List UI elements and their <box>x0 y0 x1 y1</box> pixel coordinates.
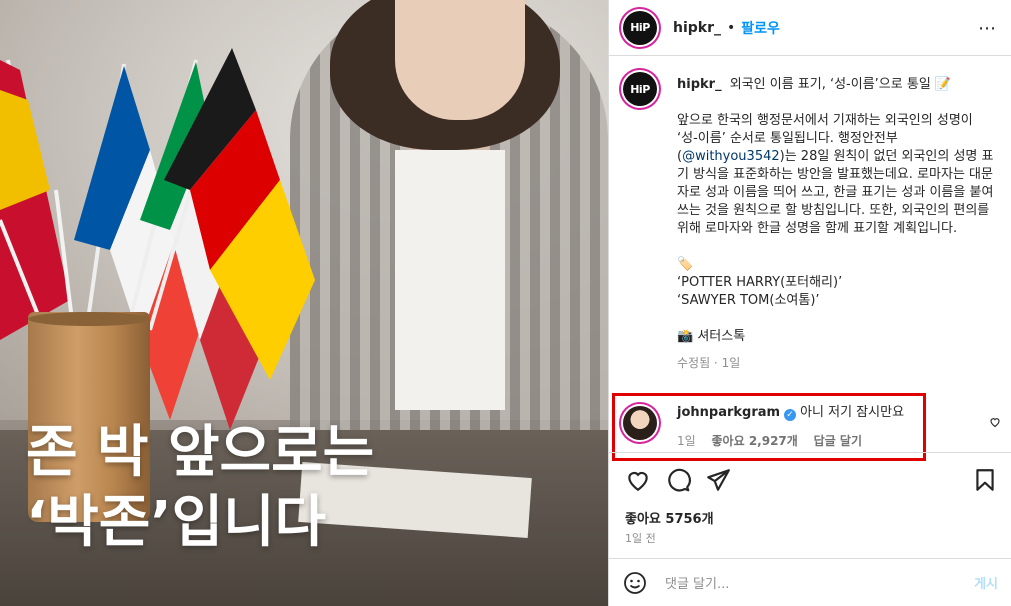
comment-bubble-icon[interactable] <box>665 467 691 493</box>
caption-paragraph: 앞으로 한국의 행정문서에서 기재하는 외국인의 성명이 ‘성-이름’ 순서로 … <box>677 112 997 238</box>
person-face <box>395 0 525 120</box>
likes-count[interactable]: 좋아요 5756개 <box>625 508 714 527</box>
overlay-line-1: 존 박 앞으로는 <box>26 420 375 485</box>
verified-badge-icon: ✓ <box>784 409 797 421</box>
author-avatar[interactable]: HiP <box>623 10 657 45</box>
post-header: HiP hipkr_ • 팔로우 ⋯ <box>609 0 1011 56</box>
person-undershirt <box>395 150 505 410</box>
reply-button[interactable]: 답글 달기 <box>814 434 862 448</box>
camera-emoji: 📸 <box>677 329 694 344</box>
tag-emoji: 🏷️ <box>677 257 694 272</box>
caption-username[interactable]: hipkr_ <box>677 77 722 92</box>
comment-body: johnparkgram ✓ 아니 저기 잠시만요 1일 좋아요 2,927개 답글… <box>677 404 904 450</box>
spain-flag <box>0 59 70 340</box>
post-date: 1일 전 <box>625 532 656 545</box>
commenter-avatar[interactable] <box>623 406 657 440</box>
post-comment-button[interactable]: 게시 <box>974 573 998 592</box>
comment-item: johnparkgram ✓ 아니 저기 잠시만요 1일 좋아요 2,927개 답글… <box>623 404 1003 450</box>
mention-link[interactable]: @withyou3542 <box>682 149 780 164</box>
action-bar <box>609 452 1011 506</box>
caption-avatar[interactable]: HiP <box>623 72 657 106</box>
photo-credit: 📸 셔터스톡 <box>677 328 997 346</box>
comment-age: 1일 <box>677 434 696 448</box>
example-name-1: ‘POTTER HARRY(포터해리)’ <box>677 275 843 290</box>
example-name-2: ‘SAWYER TOM(소여톰)’ <box>677 293 820 308</box>
bookmark-icon[interactable] <box>972 467 998 493</box>
post-panel: HiP hipkr_ • 팔로우 ⋯ HiP hipkr_ 외국인 이름 표기,… <box>608 0 1011 606</box>
caption-meta: 수정됨 · 1일 <box>677 356 741 370</box>
follow-button[interactable]: 팔로우 <box>741 18 780 38</box>
caption: HiP hipkr_ 외국인 이름 표기, ‘성-이름’으로 통일 📝 앞으로 … <box>609 56 1011 396</box>
caption-row: HiP hipkr_ 외국인 이름 표기, ‘성-이름’으로 통일 📝 앞으로 … <box>623 72 998 372</box>
overlay-line-2: ‘박존’입니다 <box>26 490 327 555</box>
post-image: 존 박 앞으로는 ‘박존’입니다 <box>0 0 608 606</box>
credit-text: 셔터스톡 <box>697 329 746 344</box>
comment-likes[interactable]: 좋아요 2,927개 <box>712 434 798 448</box>
comment-meta: 1일 좋아요 2,927개 답글 달기 <box>677 432 904 450</box>
add-comment-bar: 댓글 달기... 게시 <box>609 558 1011 606</box>
comment-heart-icon[interactable] <box>989 416 1001 428</box>
like-heart-icon[interactable] <box>625 467 651 493</box>
caption-title: 외국인 이름 표기, ‘성-이름’으로 통일 📝 <box>729 77 952 92</box>
caption-body: hipkr_ 외국인 이름 표기, ‘성-이름’으로 통일 📝 앞으로 한국의 … <box>677 72 997 372</box>
author-username[interactable]: hipkr_ <box>673 20 721 36</box>
commenter-username[interactable]: johnparkgram <box>677 405 780 420</box>
comment-input[interactable]: 댓글 달기... <box>665 573 974 592</box>
header-separator: • <box>727 19 736 36</box>
emoji-smiley-icon[interactable] <box>623 571 647 595</box>
share-send-icon[interactable] <box>705 467 731 493</box>
comment-text: 아니 저기 잠시만요 <box>800 405 905 420</box>
more-options-icon[interactable]: ⋯ <box>978 18 997 39</box>
image-overlay-text: 존 박 앞으로는 ‘박존’입니다 <box>26 418 374 558</box>
